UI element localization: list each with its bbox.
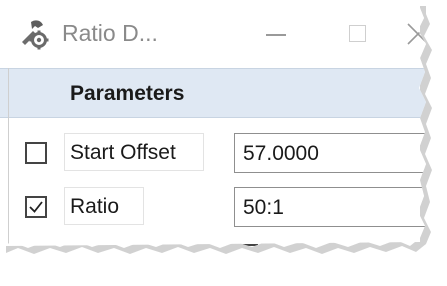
close-icon — [407, 23, 426, 45]
ratio-field[interactable]: 50:1 — [234, 187, 426, 227]
ratio-label: Ratio — [70, 195, 120, 218]
mirror-row: Mirror — [0, 234, 426, 248]
ratio-row: Ratio 50:1 — [0, 181, 426, 233]
start-offset-lock-checkbox[interactable] — [25, 142, 47, 164]
start-offset-row: Start Offset 57.0000 — [0, 127, 426, 179]
start-offset-label: Start Offset — [70, 141, 176, 164]
close-button[interactable] — [400, 16, 426, 52]
maximize-button[interactable] — [342, 18, 374, 50]
group-label: Parameters — [70, 82, 185, 105]
start-offset-field[interactable]: 57.0000 — [234, 133, 426, 173]
ratio-dialog-window: Ratio D... Parameters Start Offset 57.00… — [0, 0, 426, 248]
window-title: Ratio D... — [62, 20, 158, 46]
checkmark-icon — [29, 201, 43, 213]
title-bar[interactable]: Ratio D... — [0, 0, 426, 68]
tools-gear-icon — [16, 16, 50, 50]
minimize-button[interactable] — [256, 14, 296, 54]
ratio-lock-checkbox[interactable] — [25, 196, 47, 218]
parameters-group-header[interactable]: Parameters — [0, 68, 426, 118]
